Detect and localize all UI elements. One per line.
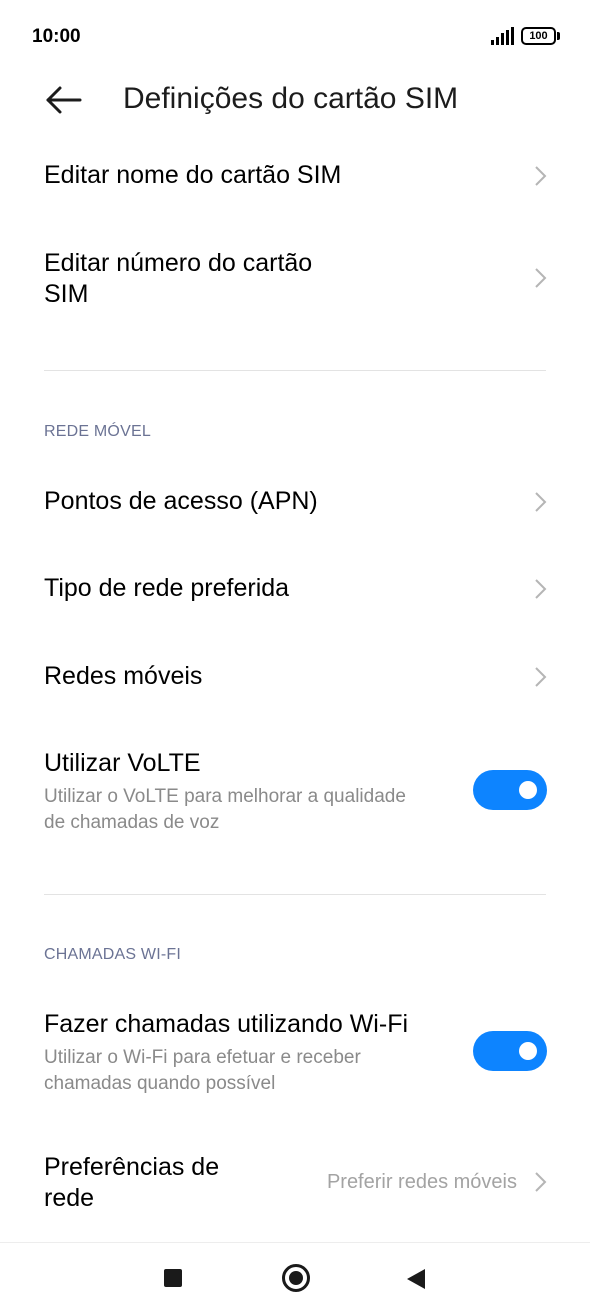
chevron-right-icon	[535, 667, 547, 687]
status-bar: 10:00 100	[0, 0, 590, 74]
mobile-networks-item[interactable]: Redes móveis	[0, 641, 590, 715]
wifi-calling-subtitle-line2: chamadas quando possível	[44, 1073, 276, 1094]
battery-tip	[557, 32, 560, 40]
chevron-right-icon	[535, 268, 547, 288]
volte-subtitle-line2: de chamadas de voz	[44, 812, 220, 833]
access-points-item[interactable]: Pontos de acesso (APN)	[0, 466, 590, 540]
status-time: 10:00	[32, 26, 81, 47]
edit-sim-name-item[interactable]: Editar nome do cartão SIM	[0, 140, 590, 214]
page-title: Definições do cartão SIM	[123, 82, 459, 115]
volte-subtitle-line1: Utilizar o VoLTE para melhorar a qualida…	[44, 786, 406, 807]
home-circle-icon[interactable]	[282, 1264, 310, 1292]
network-preferences-item[interactable]: Preferências de rede Preferir redes móve…	[0, 1138, 590, 1228]
wifi-calling-item: Fazer chamadas utilizando Wi-Fi Utilizar…	[0, 996, 590, 1116]
wifi-calling-title: Fazer chamadas utilizando Wi-Fi	[44, 1010, 409, 1038]
arrow-left-icon	[46, 86, 82, 114]
divider	[44, 370, 546, 371]
access-points-label: Pontos de acesso (APN)	[44, 487, 318, 515]
mobile-networks-label: Redes móveis	[44, 662, 203, 690]
toggle-knob	[519, 781, 537, 799]
recents-square-icon[interactable]	[164, 1269, 182, 1287]
section-label-mobile-network: REDE MÓVEL	[44, 423, 151, 440]
chevron-right-icon	[535, 166, 547, 186]
back-button[interactable]	[40, 80, 90, 120]
battery-icon: 100	[521, 27, 561, 45]
chevron-right-icon	[535, 492, 547, 512]
back-triangle-icon[interactable]	[406, 1268, 426, 1290]
volte-item: Utilizar VoLTE Utilizar o VoLTE para mel…	[0, 735, 590, 855]
signal-icon	[491, 27, 514, 45]
screen: 10:00 100 Definições do cartão SIM Edita…	[0, 0, 590, 1312]
edit-sim-number-item[interactable]: Editar número do cartão SIM	[0, 228, 590, 332]
network-preferences-label-line2: rede	[44, 1184, 95, 1212]
preferred-network-type-label: Tipo de rede preferida	[44, 574, 290, 602]
edit-sim-number-label-line2: SIM	[44, 280, 89, 308]
wifi-calling-toggle[interactable]	[473, 1031, 547, 1071]
network-preferences-value: Preferir redes móveis	[326, 1171, 517, 1193]
navigation-bar	[0, 1242, 590, 1312]
section-label-wifi-calling: CHAMADAS WI-FI	[44, 946, 182, 963]
edit-sim-number-label-line1: Editar número do cartão	[44, 249, 313, 277]
network-preferences-label-line1: Preferências de	[44, 1153, 220, 1181]
toggle-knob	[519, 1042, 537, 1060]
divider	[44, 894, 546, 895]
preferred-network-type-item[interactable]: Tipo de rede preferida	[0, 553, 590, 627]
volte-title: Utilizar VoLTE	[44, 749, 201, 777]
chevron-right-icon	[535, 1172, 547, 1192]
battery-level: 100	[521, 27, 556, 45]
wifi-calling-subtitle-line1: Utilizar o Wi-Fi para efetuar e receber	[44, 1047, 361, 1068]
chevron-right-icon	[535, 579, 547, 599]
volte-toggle[interactable]	[473, 770, 547, 810]
edit-sim-name-label: Editar nome do cartão SIM	[44, 161, 342, 189]
header: Definições do cartão SIM	[0, 74, 590, 130]
home-dot	[289, 1271, 303, 1285]
